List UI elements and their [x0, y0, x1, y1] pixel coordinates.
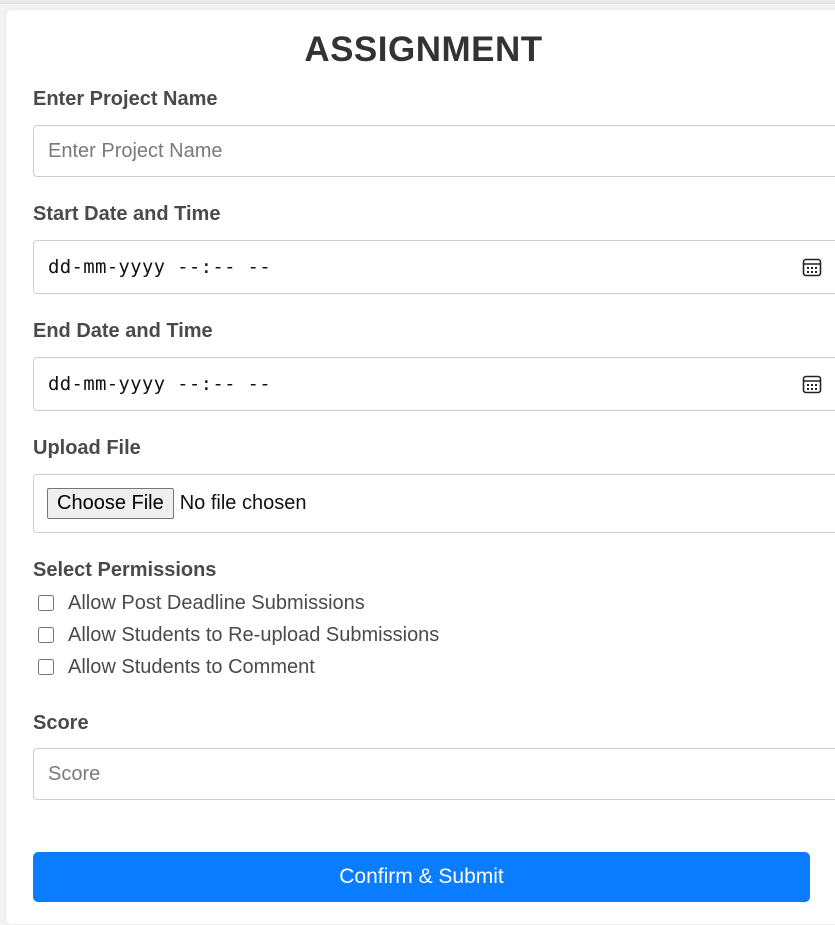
end-datetime-value: dd-mm-yyyy --:-- --: [48, 373, 272, 395]
project-name-label: Enter Project Name: [33, 88, 218, 110]
score-input[interactable]: [33, 748, 835, 800]
permission-post-deadline-checkbox[interactable]: [38, 595, 54, 611]
confirm-submit-button[interactable]: Confirm & Submit: [33, 852, 810, 902]
choose-file-button[interactable]: Choose File: [47, 488, 174, 519]
permission-comment-label: Allow Students to Comment: [68, 655, 315, 678]
start-datetime-value: dd-mm-yyyy --:-- --: [48, 256, 272, 278]
file-status-text: No file chosen: [179, 492, 307, 514]
end-datetime-input[interactable]: dd-mm-yyyy --:-- --: [33, 357, 835, 411]
permission-comment[interactable]: Allow Students to Comment: [38, 655, 315, 679]
window-top-strip: [0, 0, 835, 4]
permission-post-deadline-label: Allow Post Deadline Submissions: [68, 591, 365, 614]
score-label: Score: [33, 712, 89, 734]
upload-file-label: Upload File: [33, 437, 141, 459]
file-upload-field: Choose File No file chosen: [33, 474, 835, 533]
permissions-label: Select Permissions: [33, 559, 217, 581]
start-datetime-input[interactable]: dd-mm-yyyy --:-- --: [33, 240, 835, 294]
permission-reupload[interactable]: Allow Students to Re-upload Submissions: [38, 623, 439, 647]
permission-comment-checkbox[interactable]: [38, 659, 54, 675]
end-datetime-label: End Date and Time: [33, 320, 213, 342]
permission-reupload-label: Allow Students to Re-upload Submissions: [68, 623, 440, 646]
project-name-input[interactable]: [33, 125, 835, 177]
page-title: ASSIGNMENT: [304, 30, 543, 69]
start-datetime-label: Start Date and Time: [33, 203, 221, 225]
calendar-icon[interactable]: [802, 374, 822, 394]
permission-reupload-checkbox[interactable]: [38, 627, 54, 643]
permission-post-deadline[interactable]: Allow Post Deadline Submissions: [38, 591, 365, 615]
calendar-icon[interactable]: [802, 257, 822, 277]
